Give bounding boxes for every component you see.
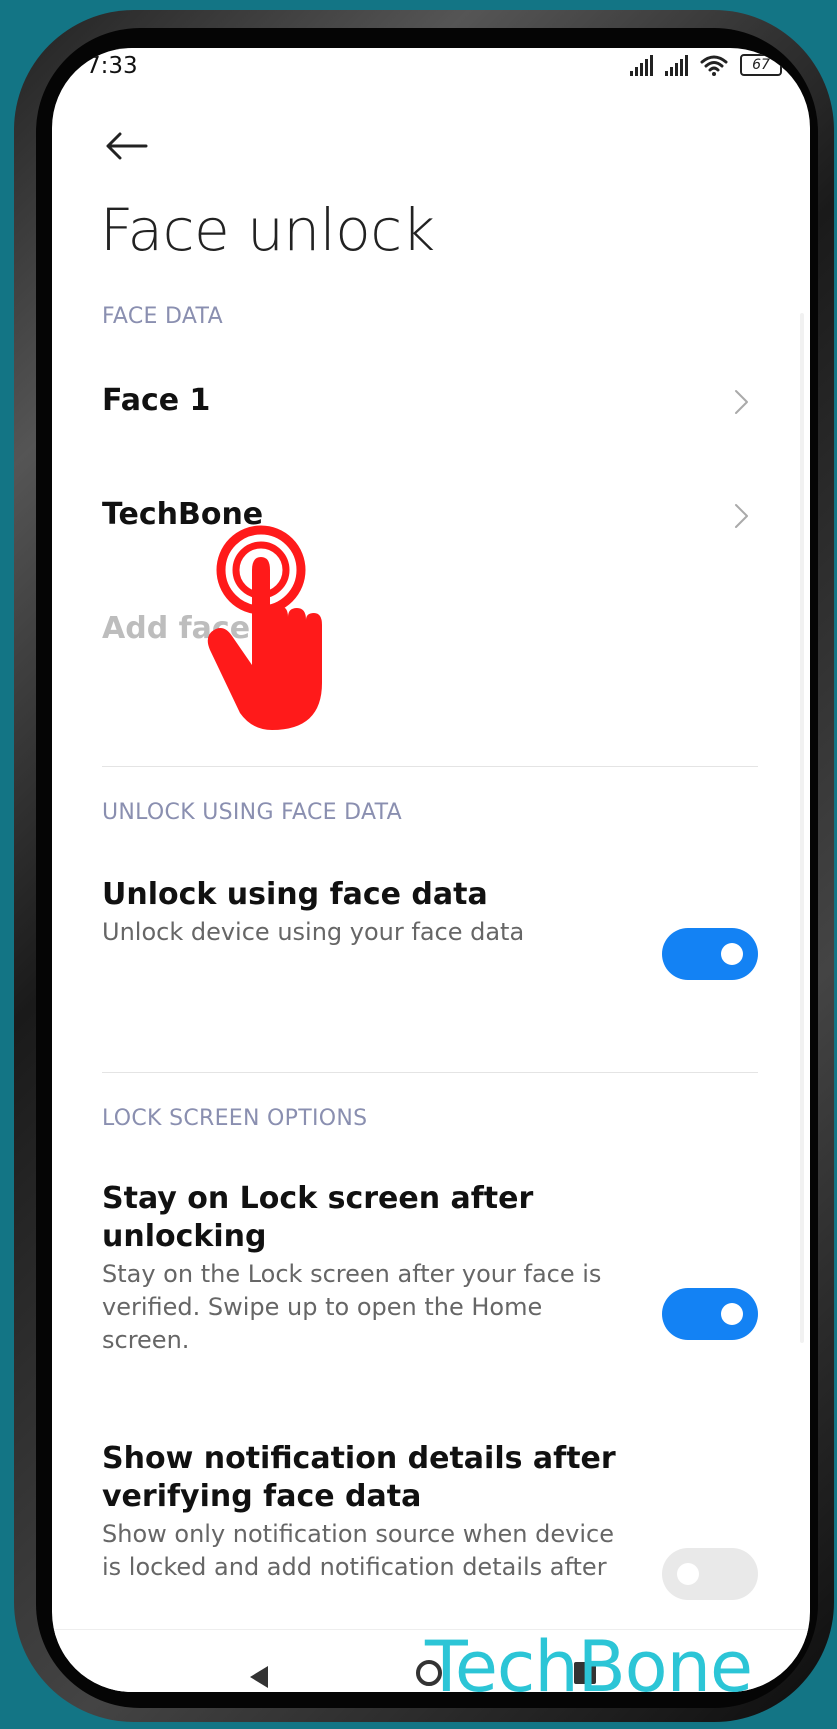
stay-on-lock-screen-subtitle: Stay on the Lock screen after your face … xyxy=(102,1260,602,1354)
tap-hand-icon xyxy=(200,525,350,735)
face-item-face-1[interactable]: Face 1 xyxy=(102,382,752,420)
divider xyxy=(102,1072,758,1073)
scrollbar[interactable] xyxy=(800,313,804,1343)
status-bar: 7:33 67 xyxy=(52,48,810,108)
battery-level: 67 xyxy=(752,57,770,73)
unlock-face-data-toggle[interactable] xyxy=(662,928,758,980)
unlock-face-data-row[interactable]: Unlock using face data Unlock device usi… xyxy=(102,876,622,949)
arrow-left-icon xyxy=(106,132,148,160)
chevron-right-icon xyxy=(735,390,748,414)
stay-on-lock-screen-row[interactable]: Stay on Lock screen after unlocking Stay… xyxy=(102,1180,602,1357)
back-button[interactable] xyxy=(100,120,152,172)
wifi-icon xyxy=(700,55,728,76)
section-label-face-data: FACE DATA xyxy=(102,304,223,329)
unlock-face-data-subtitle: Unlock device using your face data xyxy=(102,918,525,946)
status-time: 7:33 xyxy=(86,53,138,79)
signal-icon xyxy=(630,54,653,76)
notification-details-title: Show notification details after verifyin… xyxy=(102,1441,616,1514)
signal-icon xyxy=(665,54,688,76)
section-label-unlock: UNLOCK USING FACE DATA xyxy=(102,800,403,825)
notification-details-row[interactable]: Show notification details after verifyin… xyxy=(102,1440,622,1584)
stay-on-lock-screen-toggle[interactable] xyxy=(662,1288,758,1340)
unlock-face-data-title: Unlock using face data xyxy=(102,877,488,912)
toggle-knob xyxy=(721,943,743,965)
nav-back-icon[interactable] xyxy=(250,1666,268,1688)
stay-on-lock-screen-title: Stay on Lock screen after unlocking xyxy=(102,1181,534,1254)
status-icons: 67 xyxy=(630,54,786,76)
watermark: TechBone xyxy=(425,1626,753,1708)
battery-icon: 67 xyxy=(740,54,786,76)
notification-details-subtitle: Show only notification source when devic… xyxy=(102,1520,614,1581)
toggle-knob xyxy=(721,1303,743,1325)
divider xyxy=(102,766,758,767)
chevron-right-icon xyxy=(735,504,748,528)
section-label-lock-screen: LOCK SCREEN OPTIONS xyxy=(102,1106,368,1131)
toggle-knob xyxy=(677,1563,699,1585)
page-title: Face unlock xyxy=(100,196,435,264)
face-item-label: Face 1 xyxy=(102,383,211,418)
notification-details-toggle[interactable] xyxy=(662,1548,758,1600)
phone-screen: 7:33 67 Face unlock FACE DATA Face 1 Tec… xyxy=(52,48,810,1692)
